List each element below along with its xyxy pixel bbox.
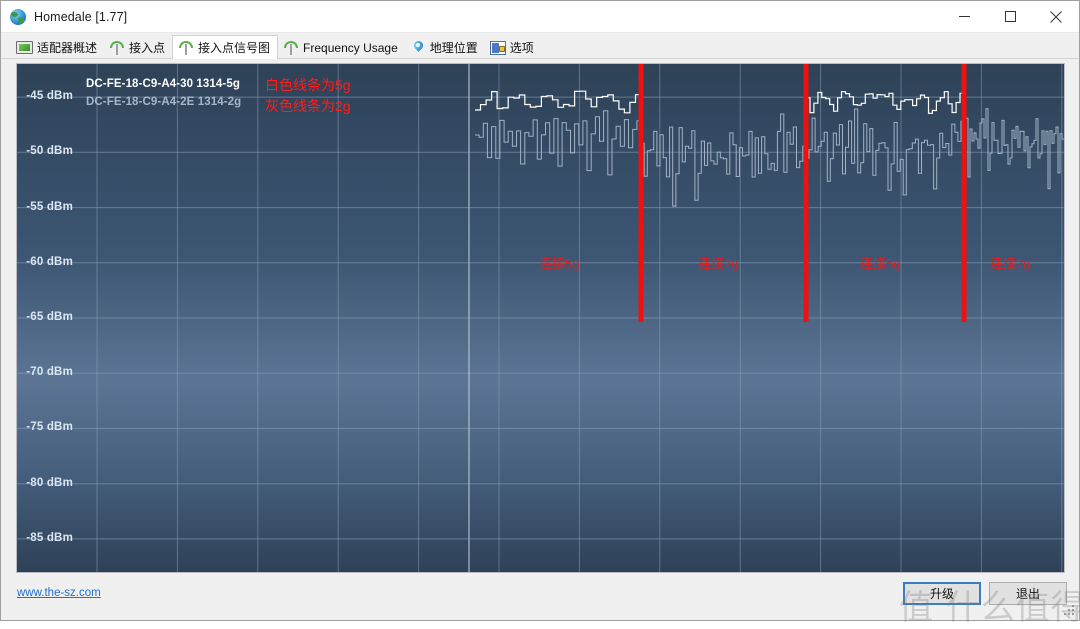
y-axis-tick-label: -55 dBm <box>26 200 73 213</box>
tab-geo-location[interactable]: 地理位置 <box>405 36 485 59</box>
signal-plot-svg <box>17 64 1064 572</box>
antenna-icon <box>109 40 125 55</box>
y-axis-tick-label: -70 dBm <box>26 366 73 379</box>
y-axis-tick-label: -45 dBm <box>26 90 73 103</box>
resize-grip-icon[interactable] <box>1064 605 1076 617</box>
tab-adapter-overview[interactable]: 适配器概述 <box>11 36 104 59</box>
signal-graph[interactable]: DC-FE-18-C9-A4-30 1314-5g DC-FE-18-C9-A4… <box>16 63 1065 573</box>
map-pin-icon <box>410 41 426 55</box>
chart-area: DC-FE-18-C9-A4-30 1314-5g DC-FE-18-C9-A4… <box>1 59 1079 576</box>
minimize-button[interactable] <box>941 1 987 32</box>
y-axis-tick-label: -65 dBm <box>26 311 73 323</box>
y-axis-tick-label: -85 dBm <box>26 531 73 544</box>
tab-label: 选项 <box>509 41 534 55</box>
footer-bar: www.the-sz.com 升级 退出 <box>1 576 1079 620</box>
tab-label: Frequency Usage <box>303 40 398 55</box>
title-bar: Homedale [1.77] <box>1 1 1079 33</box>
chart-legend: DC-FE-18-C9-A4-30 1314-5g DC-FE-18-C9-A4… <box>86 75 241 111</box>
options-icon <box>489 40 506 55</box>
window-title: Homedale [1.77] <box>34 9 128 24</box>
y-axis-tick-label: -75 dBm <box>26 421 73 434</box>
exit-button[interactable]: 退出 <box>989 582 1067 605</box>
upgrade-button[interactable]: 升级 <box>903 582 981 605</box>
globe-icon <box>10 8 26 25</box>
connection-label-5g-second: 连接5g <box>860 256 901 271</box>
tab-label: 接入点信号图 <box>198 41 271 55</box>
antenna-icon <box>178 40 194 55</box>
antenna-icon <box>283 40 299 55</box>
tab-label: 接入点 <box>129 41 166 55</box>
homedale-window: Homedale [1.77] 适配器概述 接入点 接入点信号图 Frequen… <box>0 0 1080 628</box>
legend-entry-5g: DC-FE-18-C9-A4-30 1314-5g <box>86 78 240 90</box>
legend-entry-2g: DC-FE-18-C9-A4-2E 1314-2g <box>86 96 242 108</box>
tab-frequency-usage[interactable]: Frequency Usage <box>278 36 405 59</box>
connection-label-2g-second: 连接2g <box>990 256 1031 271</box>
tab-bar: 适配器概述 接入点 接入点信号图 Frequency Usage 地理位置 选项 <box>1 33 1079 60</box>
tab-access-points[interactable]: 接入点 <box>104 36 172 59</box>
network-card-icon <box>16 41 33 54</box>
tab-label: 适配器概述 <box>37 41 98 55</box>
annotation-gray-line-2g: 灰色线条为2g <box>265 98 351 114</box>
connection-label-5g-first: 连接5g <box>539 256 580 271</box>
y-axis-tick-label: -80 dBm <box>26 476 73 489</box>
connection-label-2g-first: 连接2g <box>698 256 739 271</box>
annotation-white-line-5g: 白色线条为5g <box>265 77 351 93</box>
tab-label: 地理位置 <box>429 41 478 55</box>
close-button[interactable] <box>1033 1 1079 32</box>
tab-options[interactable]: 选项 <box>485 36 541 59</box>
tab-access-point-signal-graph[interactable]: 接入点信号图 <box>172 35 279 60</box>
y-axis-tick-label: -60 dBm <box>26 255 73 268</box>
maximize-button[interactable] <box>987 1 1033 32</box>
y-axis-tick-label: -50 dBm <box>26 145 73 158</box>
website-link[interactable]: www.the-sz.com <box>17 587 101 599</box>
